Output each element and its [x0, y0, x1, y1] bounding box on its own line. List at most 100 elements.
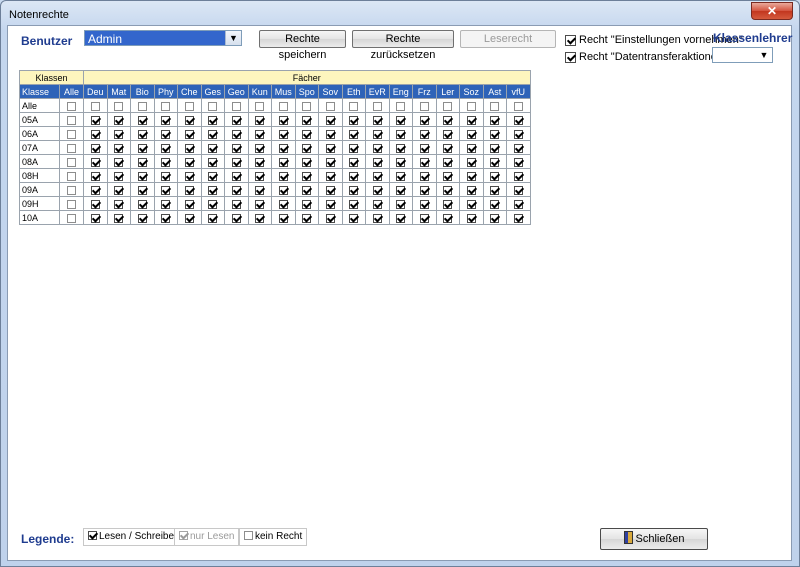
col-header-subject[interactable]: Eng	[388, 84, 413, 99]
rights-checkbox[interactable]	[443, 157, 453, 167]
rights-checkbox[interactable]	[161, 129, 171, 139]
rights-checkbox[interactable]	[231, 157, 241, 167]
rights-checkbox[interactable]	[231, 115, 241, 125]
col-header-subject[interactable]: Sov	[318, 84, 343, 99]
rights-checkbox[interactable]	[255, 115, 265, 125]
rights-checkbox[interactable]	[231, 185, 241, 195]
rights-checkbox[interactable]	[396, 129, 406, 139]
rights-checkbox[interactable]	[278, 199, 288, 209]
rights-checkbox[interactable]	[443, 185, 453, 195]
rights-checkbox[interactable]	[208, 199, 218, 209]
rights-checkbox[interactable]	[278, 185, 288, 195]
rights-checkbox[interactable]	[372, 213, 382, 223]
rights-checkbox[interactable]	[137, 115, 147, 125]
rights-checkbox[interactable]	[114, 115, 124, 125]
rights-checkbox[interactable]	[208, 157, 218, 167]
rights-checkbox[interactable]	[443, 171, 453, 181]
rights-checkbox[interactable]	[513, 115, 523, 125]
rights-checkbox[interactable]	[396, 185, 406, 195]
right-settings-checkbox[interactable]	[565, 34, 576, 46]
rights-checkbox[interactable]	[302, 129, 312, 139]
col-header-subject[interactable]: Ler	[435, 84, 460, 99]
rights-checkbox[interactable]	[443, 129, 453, 139]
rights-checkbox[interactable]	[490, 129, 500, 139]
rights-checkbox[interactable]	[161, 101, 171, 111]
col-header-subject[interactable]: Che	[177, 84, 202, 99]
col-header-subject[interactable]: Geo	[224, 84, 249, 99]
rights-checkbox[interactable]	[90, 185, 100, 195]
rights-checkbox[interactable]	[161, 171, 171, 181]
rights-checkbox[interactable]	[419, 213, 429, 223]
rights-checkbox[interactable]	[137, 171, 147, 181]
rights-checkbox[interactable]	[513, 157, 523, 167]
rights-checkbox[interactable]	[184, 143, 194, 153]
rights-checkbox[interactable]	[90, 199, 100, 209]
rights-checkbox[interactable]	[67, 129, 76, 139]
rights-checkbox[interactable]	[490, 185, 500, 195]
klassenlehrer-select[interactable]: ▼	[712, 47, 773, 63]
rights-checkbox[interactable]	[231, 143, 241, 153]
col-header-subject[interactable]: vfU	[506, 84, 531, 99]
rights-checkbox[interactable]	[349, 171, 359, 181]
col-header-subject[interactable]: Mus	[271, 84, 296, 99]
rights-checkbox[interactable]	[372, 115, 382, 125]
rights-checkbox[interactable]	[349, 199, 359, 209]
rights-checkbox[interactable]	[255, 213, 265, 223]
rights-checkbox[interactable]	[302, 143, 312, 153]
rights-checkbox[interactable]	[325, 101, 335, 111]
rights-checkbox[interactable]	[302, 157, 312, 167]
rights-checkbox[interactable]	[490, 143, 500, 153]
rights-checkbox[interactable]	[349, 185, 359, 195]
rights-checkbox[interactable]	[396, 115, 406, 125]
rights-checkbox[interactable]	[302, 199, 312, 209]
rights-checkbox[interactable]	[302, 213, 312, 223]
col-header-subject[interactable]: Kun	[247, 84, 272, 99]
col-header-subject[interactable]: Mat	[106, 84, 131, 99]
rights-checkbox[interactable]	[114, 129, 124, 139]
col-header-subject[interactable]: Phy	[153, 84, 178, 99]
rights-checkbox[interactable]	[325, 171, 335, 181]
rights-checkbox[interactable]	[349, 143, 359, 153]
rights-checkbox[interactable]	[419, 129, 429, 139]
rights-checkbox[interactable]	[208, 171, 218, 181]
reset-rights-button[interactable]: Rechte zurücksetzen	[352, 30, 454, 61]
chevron-down-icon[interactable]: ▼	[225, 31, 241, 45]
col-header-subject[interactable]: Deu	[83, 84, 108, 99]
rights-checkbox[interactable]	[137, 185, 147, 195]
rights-checkbox[interactable]	[67, 171, 76, 181]
rights-checkbox[interactable]	[184, 199, 194, 209]
rights-checkbox[interactable]	[137, 129, 147, 139]
rights-checkbox[interactable]	[466, 171, 476, 181]
col-header-subject[interactable]: Soz	[459, 84, 484, 99]
rights-checkbox[interactable]	[349, 101, 359, 111]
readright-button[interactable]: Leserecht	[460, 30, 556, 48]
title-bar[interactable]: Notenrechte ✕	[1, 1, 799, 27]
rights-checkbox[interactable]	[114, 171, 124, 181]
rights-checkbox[interactable]	[513, 129, 523, 139]
rights-checkbox[interactable]	[443, 115, 453, 125]
rights-checkbox[interactable]	[90, 143, 100, 153]
rights-checkbox[interactable]	[490, 213, 500, 223]
rights-checkbox[interactable]	[325, 143, 335, 153]
rights-checkbox[interactable]	[466, 101, 476, 111]
rights-checkbox[interactable]	[302, 101, 312, 111]
rights-checkbox[interactable]	[90, 115, 100, 125]
rights-checkbox[interactable]	[325, 115, 335, 125]
rights-checkbox[interactable]	[67, 101, 76, 111]
rights-checkbox[interactable]	[325, 129, 335, 139]
rights-checkbox[interactable]	[255, 129, 265, 139]
rights-checkbox[interactable]	[231, 199, 241, 209]
rights-checkbox[interactable]	[208, 115, 218, 125]
rights-checkbox[interactable]	[137, 101, 147, 111]
col-header-klasse[interactable]: Klasse	[19, 84, 60, 99]
rights-checkbox[interactable]	[372, 185, 382, 195]
rights-checkbox[interactable]	[278, 101, 288, 111]
rights-checkbox[interactable]	[325, 199, 335, 209]
rights-checkbox[interactable]	[372, 157, 382, 167]
rights-checkbox[interactable]	[443, 213, 453, 223]
rights-checkbox[interactable]	[255, 157, 265, 167]
rights-checkbox[interactable]	[466, 143, 476, 153]
rights-checkbox[interactable]	[184, 101, 194, 111]
rights-checkbox[interactable]	[208, 129, 218, 139]
rights-checkbox[interactable]	[372, 171, 382, 181]
